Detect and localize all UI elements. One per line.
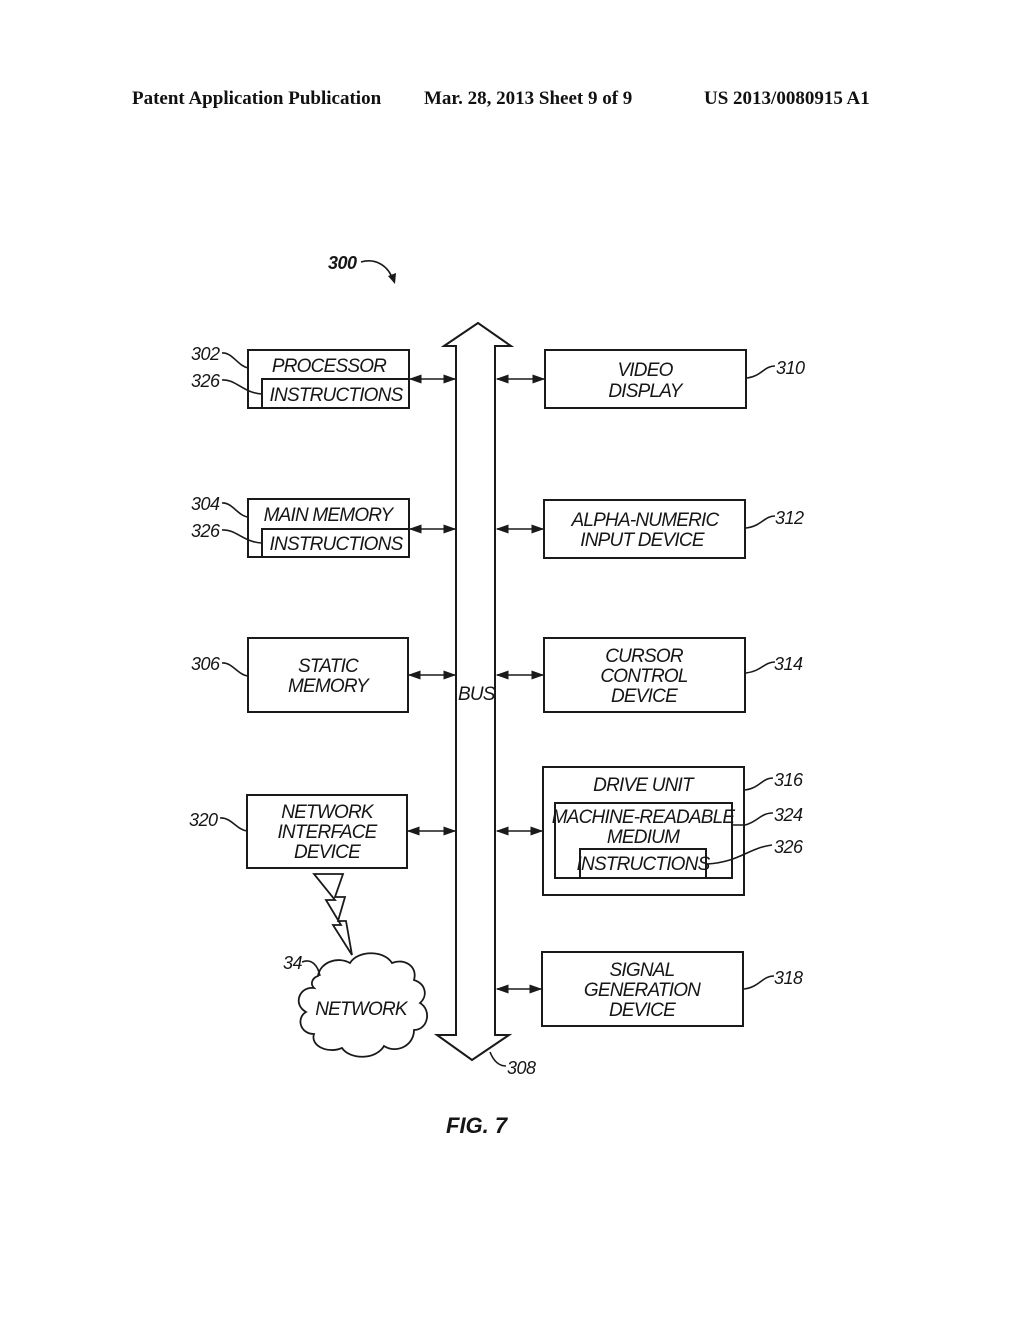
nic-ref: 320 (189, 810, 218, 830)
bus-label: BUS (458, 684, 496, 705)
main-memory-instructions-ref: 326 (191, 521, 221, 541)
block-diagram: 300 BUS 308 PROCESSOR INSTRUCTIONS 302 3… (189, 253, 806, 1138)
main-memory-block: MAIN MEMORY INSTRUCTIONS 304 326 (191, 494, 457, 558)
video-display-block: VIDEO DISPLAY 310 (495, 349, 806, 409)
bus-ref-leader (489, 1051, 507, 1067)
machine-readable-medium-label-line1: MACHINE-READABLE (552, 807, 736, 828)
figure-caption: FIG. 7 (446, 1113, 509, 1138)
nic-label-line2: INTERFACE (277, 822, 377, 843)
main-memory-ref: 304 (191, 494, 220, 514)
machine-readable-medium-ref: 324 (774, 805, 803, 825)
video-display-label-line2: DISPLAY (608, 381, 683, 402)
signal-generation-label-line1: SIGNAL (610, 960, 675, 981)
network-cloud: NETWORK 34 (283, 952, 428, 1058)
system-ref-leader (360, 260, 394, 281)
cursor-control-label-line2: CONTROL (600, 666, 688, 687)
signal-generation-label-line3: DEVICE (609, 1000, 676, 1021)
static-memory-ref: 306 (191, 654, 221, 674)
main-memory-instructions-label: INSTRUCTIONS (270, 534, 404, 555)
processor-instructions-ref: 326 (191, 371, 221, 391)
cursor-control-label-line1: CURSOR (605, 646, 684, 667)
processor-label: PROCESSOR (272, 356, 387, 377)
alphanumeric-input-block: ALPHA-NUMERIC INPUT DEVICE 312 (495, 499, 805, 559)
alphanumeric-label-line2: INPUT DEVICE (580, 530, 705, 551)
network-ref: 34 (283, 953, 303, 973)
machine-readable-medium-label-line2: MEDIUM (607, 827, 680, 848)
video-display-ref: 310 (776, 358, 805, 378)
drive-unit-ref: 316 (774, 770, 804, 790)
nic-label-line3: DEVICE (294, 842, 361, 863)
processor-block: PROCESSOR INSTRUCTIONS 302 326 (191, 344, 457, 409)
processor-instructions-label: INSTRUCTIONS (270, 385, 404, 406)
static-memory-label-line1: STATIC (298, 656, 359, 677)
drive-unit-label: DRIVE UNIT (593, 775, 695, 796)
network-interface-block: NETWORK INTERFACE DEVICE 320 (189, 794, 457, 869)
network-label: NETWORK (315, 999, 409, 1020)
drive-unit-block: DRIVE UNIT MACHINE-READABLE MEDIUM INSTR… (495, 766, 805, 896)
system-ref-arrowhead (388, 273, 396, 284)
video-display-label-line1: VIDEO (617, 360, 673, 381)
static-memory-block: STATIC MEMORY 306 (191, 637, 457, 713)
static-memory-label-line2: MEMORY (288, 676, 370, 697)
bus-ref: 308 (507, 1058, 536, 1078)
signal-generation-block: SIGNAL GENERATION DEVICE 318 (495, 951, 804, 1027)
drive-instructions-ref: 326 (774, 837, 804, 857)
drive-instructions-label: INSTRUCTIONS (577, 854, 711, 875)
cursor-control-label-line3: DEVICE (611, 686, 678, 707)
main-memory-label: MAIN MEMORY (264, 505, 395, 526)
system-ref: 300 (328, 253, 357, 273)
signal-generation-ref: 318 (774, 968, 803, 988)
cursor-control-block: CURSOR CONTROL DEVICE 314 (495, 637, 804, 713)
wireless-link-icon (312, 873, 353, 956)
alphanumeric-label-line1: ALPHA-NUMERIC (571, 510, 720, 531)
signal-generation-label-line2: GENERATION (584, 980, 701, 1001)
nic-label-line1: NETWORK (281, 802, 375, 823)
alphanumeric-ref: 312 (775, 508, 804, 528)
processor-ref: 302 (191, 344, 220, 364)
cursor-control-ref: 314 (774, 654, 803, 674)
